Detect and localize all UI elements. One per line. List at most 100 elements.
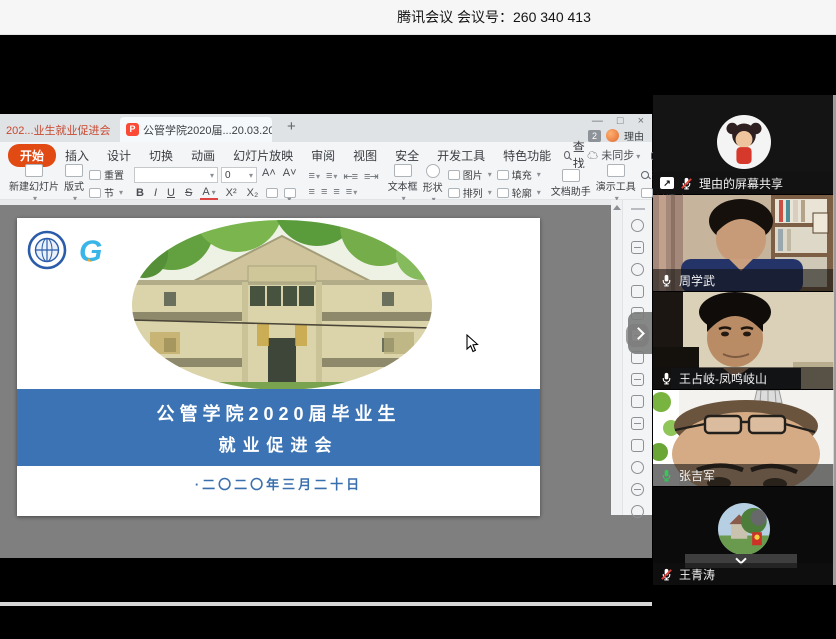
- search-icon: [641, 171, 649, 179]
- slide-building-photo: [132, 220, 432, 390]
- download-icon[interactable]: [631, 483, 644, 496]
- clear-format-icon[interactable]: [266, 188, 278, 198]
- document-tab-inactive[interactable]: 202...业生就业促进会 ×: [0, 117, 116, 142]
- minimize-button[interactable]: —: [592, 115, 603, 127]
- fill-icon: [497, 170, 509, 180]
- participant-tile[interactable]: 周学武: [653, 195, 834, 291]
- slide-page[interactable]: G: [17, 218, 540, 516]
- bullet-list-icon[interactable]: ≡: [309, 170, 319, 183]
- new-slide-button[interactable]: 新建幻灯片: [9, 164, 59, 203]
- menu-security[interactable]: 安全: [386, 145, 428, 166]
- meeting-title-bar: 腾讯会议 会议号：260 340 413: [0, 0, 836, 35]
- avatar: [717, 115, 771, 169]
- picture-tool-icon[interactable]: [631, 439, 644, 452]
- participant-tile[interactable]: 王青涛: [653, 487, 834, 585]
- at-mention-icon[interactable]: [631, 263, 644, 276]
- menu-insert[interactable]: 插入: [56, 145, 98, 166]
- menu-features[interactable]: 特色功能: [494, 145, 560, 166]
- close-button[interactable]: ×: [638, 115, 644, 127]
- slide-pages-icon[interactable]: [631, 241, 644, 254]
- text-box-icon: [394, 164, 412, 177]
- task-checkbox-icon[interactable]: [631, 417, 644, 430]
- doc-assistant-icon: [562, 169, 580, 182]
- tab-label: 202...业生就业促进会: [6, 122, 111, 138]
- align-center-icon[interactable]: ≡: [321, 186, 326, 198]
- slide-title-line1: 公管学院2020届毕业生: [156, 400, 400, 426]
- audio-icon[interactable]: [631, 461, 644, 474]
- bold-button[interactable]: B: [134, 187, 146, 199]
- participant-name: 理由的屏幕共享: [699, 175, 783, 192]
- mouse-cursor: [466, 334, 480, 354]
- align-left-icon[interactable]: ≡: [309, 186, 314, 198]
- menu-design[interactable]: 设计: [98, 145, 140, 166]
- slide-editor-canvas: G: [0, 200, 652, 558]
- line-spacing-icon[interactable]: ≡: [346, 186, 356, 198]
- font-family-select[interactable]: [134, 167, 218, 183]
- document-tab-active[interactable]: P 公管学院2020届...20.03.20）: [120, 117, 272, 142]
- participant-name: 张吉军: [679, 467, 715, 484]
- text-effects-icon[interactable]: [284, 188, 296, 198]
- share-link-icon[interactable]: [631, 395, 644, 408]
- menu-review[interactable]: 审阅: [302, 145, 344, 166]
- wps-toolbar: 新建幻灯片 版式 重置 节 0 A˄ A˅ B: [0, 168, 652, 200]
- new-slide-icon: [25, 164, 43, 177]
- underline-button[interactable]: U: [165, 187, 177, 199]
- outline-button[interactable]: 轮廓: [497, 185, 541, 200]
- shapes-button[interactable]: 形状: [423, 164, 443, 204]
- reset-icon: [89, 170, 101, 180]
- user-avatar: [606, 129, 619, 142]
- align-right-icon[interactable]: ≡: [333, 186, 338, 198]
- menu-devtools[interactable]: 开发工具: [428, 145, 494, 166]
- account-cluster[interactable]: 2 理由: [588, 128, 644, 143]
- presentation-tools-button[interactable]: 演示工具: [596, 164, 636, 203]
- participant-tile-screen-share[interactable]: ↗ 理由的屏幕共享: [653, 95, 834, 194]
- slide-date: ·二〇二〇年三月二十日: [17, 474, 540, 493]
- italic-button[interactable]: I: [152, 187, 159, 199]
- menu-slideshow[interactable]: 幻灯片放映: [224, 145, 302, 166]
- maximize-button[interactable]: □: [617, 115, 624, 127]
- screen-share-icon: ↗: [660, 177, 674, 189]
- superscript-button[interactable]: X²: [224, 187, 239, 199]
- new-tab-button[interactable]: +: [287, 118, 296, 135]
- stamp-icon[interactable]: [631, 285, 644, 298]
- mic-active-icon: [660, 469, 673, 482]
- arrange-button[interactable]: 排列: [448, 185, 492, 200]
- insert-image-icon[interactable]: [631, 373, 644, 386]
- menu-view[interactable]: 视图: [344, 145, 386, 166]
- cloud-sync-status[interactable]: ☁ 未同步: [587, 147, 640, 163]
- ai-assistant-icon[interactable]: [631, 219, 644, 232]
- subscript-button[interactable]: X₂: [245, 187, 261, 199]
- menu-animation[interactable]: 动画: [182, 145, 224, 166]
- strikethrough-button[interactable]: S: [183, 187, 194, 199]
- reset-button[interactable]: 重置: [89, 167, 124, 182]
- history-icon[interactable]: [631, 505, 644, 518]
- layout-icon: [65, 164, 83, 177]
- meeting-id-text: 腾讯会议 会议号：260 340 413: [76, 0, 836, 35]
- ribbon-find-button[interactable]: 查找: [564, 138, 587, 172]
- mic-muted-icon: [660, 568, 673, 581]
- picture-button[interactable]: 图片: [448, 167, 492, 182]
- fill-button[interactable]: 填充: [497, 167, 541, 182]
- layout-button[interactable]: 版式: [64, 164, 84, 203]
- increase-indent-icon[interactable]: ≡⇥: [364, 170, 378, 183]
- decrease-indent-icon[interactable]: ⇤≡: [343, 170, 357, 183]
- participant-name: 王青涛: [679, 566, 715, 583]
- wps-ribbon-menu: 开始 插入 设计 切换 动画 幻灯片放映 审阅 视图 安全 开发工具 特色功能 …: [0, 142, 652, 168]
- font-color-button[interactable]: A: [200, 186, 217, 200]
- text-box-button[interactable]: 文本框: [388, 164, 418, 203]
- font-size-select[interactable]: 0: [221, 167, 257, 183]
- mic-on-icon: [660, 274, 673, 287]
- editor-scrollbar[interactable]: [611, 200, 622, 515]
- participant-tile[interactable]: 张吉军: [653, 390, 834, 486]
- doc-assistant-button[interactable]: 文档助手: [551, 169, 591, 198]
- decrease-font-icon[interactable]: A˅: [281, 167, 299, 183]
- section-button[interactable]: 节: [89, 185, 124, 200]
- expand-panel-arrow[interactable]: [628, 312, 652, 354]
- menu-transition[interactable]: 切换: [140, 145, 182, 166]
- panel-handle-icon[interactable]: [631, 208, 645, 210]
- replace-icon: [641, 188, 653, 198]
- increase-font-icon[interactable]: A˄: [260, 167, 278, 183]
- participant-tile[interactable]: 王占岐-凤鸣岐山: [653, 292, 834, 389]
- scroll-up-icon[interactable]: [613, 205, 621, 210]
- numbered-list-icon[interactable]: ≡: [326, 170, 336, 183]
